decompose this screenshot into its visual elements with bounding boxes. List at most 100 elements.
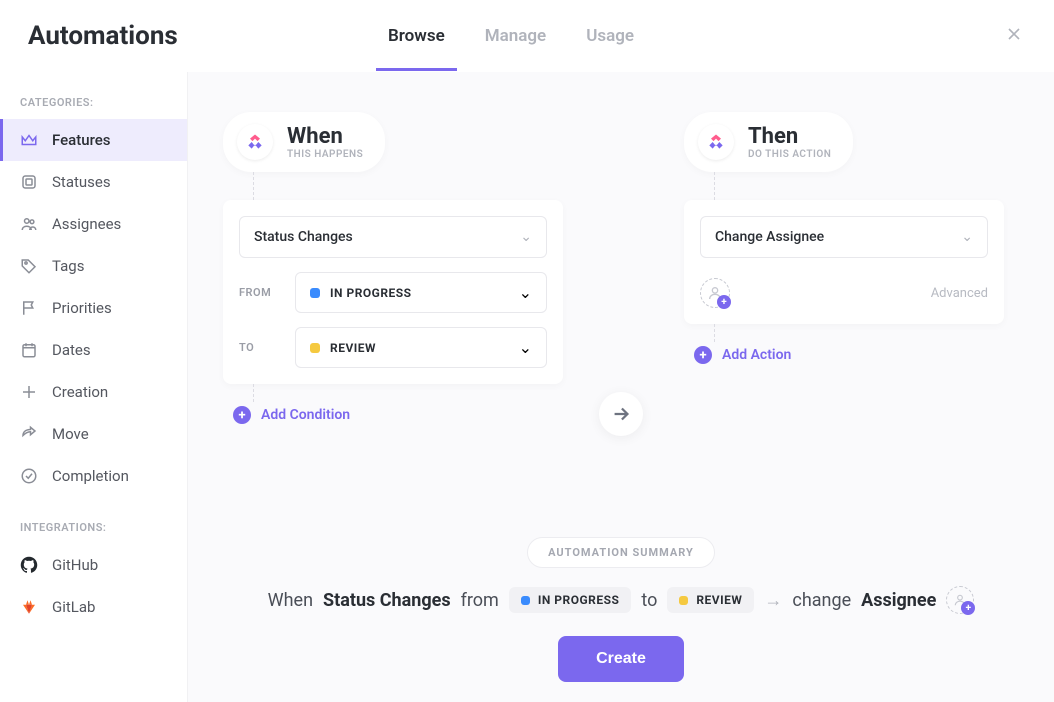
sidebar-item-label: Features [52,131,110,149]
flow-arrow [599,392,643,436]
sidebar-item-label: Dates [52,341,91,359]
square-icon [20,173,38,191]
when-header: When THIS HAPPENS [223,112,385,172]
from-status-select[interactable]: IN PROGRESS ⌄ [295,272,547,313]
summary-section: AUTOMATION SUMMARY When Status Changes f… [218,537,1024,682]
close-button[interactable] [1004,24,1024,48]
tab-usage[interactable]: Usage [586,1,634,71]
sidebar-item-creation[interactable]: Creation [0,371,187,413]
trigger-select[interactable]: Status Changes ⌄ [239,216,547,258]
status-dot-in-progress [521,596,530,605]
mini-plus-icon: + [717,295,731,309]
sidebar-item-github[interactable]: GitHub [0,544,187,586]
calendar-icon [20,341,38,359]
users-icon [20,215,38,233]
sidebar-item-label: Assignees [52,215,121,233]
sidebar-item-assignees[interactable]: Assignees [0,203,187,245]
add-action-button[interactable]: + Add Action [694,342,1004,368]
assignee-picker[interactable]: + [700,278,730,308]
summary-status-changes: Status Changes [323,590,451,611]
sidebar-section-categories: CATEGORIES: [0,92,187,119]
arrow-right-icon [610,403,632,425]
header: Automations Browse Manage Usage [0,0,1054,72]
sidebar-section-integrations: INTEGRATIONS: [0,517,187,544]
tag-icon [20,257,38,275]
add-action-label: Add Action [722,347,791,363]
summary-line: When Status Changes from IN PROGRESS to … [218,586,1024,614]
github-icon [20,556,38,574]
crown-icon [20,131,38,149]
page-title: Automations [28,21,178,51]
sidebar-item-completion[interactable]: Completion [0,455,187,497]
chevron-down-icon: ⌄ [519,283,532,302]
action-value: Change Assignee [715,229,824,245]
status-dot-review [310,343,320,353]
summary-assignee: Assignee [861,590,936,611]
tabs: Browse Manage Usage [388,1,634,71]
summary-chip-from: IN PROGRESS [509,587,632,613]
summary-assignee-picker[interactable]: + [946,586,974,614]
check-circle-icon [20,467,38,485]
add-condition-label: Add Condition [261,407,350,423]
when-column: When THIS HAPPENS Status Changes ⌄ FROM [223,112,563,428]
summary-change: change [792,590,851,611]
create-button[interactable]: Create [558,636,684,682]
clickup-logo-icon [237,124,273,160]
chevron-down-icon: ⌄ [520,229,532,245]
sidebar-item-label: Tags [52,257,84,275]
mini-plus-icon: + [961,601,975,615]
sidebar-item-features[interactable]: Features [0,119,187,161]
sidebar-item-label: Move [52,425,89,443]
sidebar-item-label: Completion [52,467,129,485]
then-title: Then [748,124,831,149]
sidebar-item-statuses[interactable]: Statuses [0,161,187,203]
add-condition-button[interactable]: + Add Condition [233,402,563,428]
chevron-down-icon: ⌄ [961,229,973,245]
flag-icon [20,299,38,317]
sidebar-item-move[interactable]: Move [0,413,187,455]
clickup-logo-icon [698,124,734,160]
status-dot-in-progress [310,288,320,298]
gitlab-icon [20,598,38,616]
plus-circle-icon: + [694,346,712,364]
tab-manage[interactable]: Manage [485,1,546,71]
sidebar-item-label: GitLab [52,598,95,616]
advanced-link[interactable]: Advanced [931,286,988,301]
when-title: When [287,124,363,149]
action-select[interactable]: Change Assignee ⌄ [700,216,988,258]
summary-to-value: REVIEW [696,593,742,607]
sidebar-item-label: Creation [52,383,108,401]
sidebar-item-priorities[interactable]: Priorities [0,287,187,329]
sidebar-item-label: Priorities [52,299,112,317]
sidebar-item-label: GitHub [52,556,98,574]
sidebar: CATEGORIES: Features Statuses Assignees … [0,72,188,702]
summary-from-value: IN PROGRESS [538,593,620,607]
then-column: Then DO THIS ACTION Change Assignee ⌄ + [684,112,1004,428]
trigger-value: Status Changes [254,229,353,245]
status-dot-review [679,596,688,605]
to-status-value: REVIEW [330,341,376,355]
tab-browse[interactable]: Browse [388,1,445,71]
to-status-select[interactable]: REVIEW ⌄ [295,327,547,368]
sidebar-item-gitlab[interactable]: GitLab [0,586,187,628]
summary-to: to [641,590,657,611]
share-icon [20,425,38,443]
close-icon [1004,24,1024,44]
sidebar-item-dates[interactable]: Dates [0,329,187,371]
summary-when: When [268,590,313,611]
from-status-value: IN PROGRESS [330,286,412,300]
content-area: When THIS HAPPENS Status Changes ⌄ FROM [188,72,1054,702]
sidebar-item-tags[interactable]: Tags [0,245,187,287]
when-subtitle: THIS HAPPENS [287,149,363,160]
then-card: Change Assignee ⌄ + Advanced [684,200,1004,324]
arrow-right-icon: → [764,590,782,611]
summary-from: from [461,590,499,611]
when-card: Status Changes ⌄ FROM IN PROGRESS ⌄ [223,200,563,384]
plus-circle-icon: + [233,406,251,424]
then-header: Then DO THIS ACTION [684,112,853,172]
summary-badge: AUTOMATION SUMMARY [527,537,715,568]
then-subtitle: DO THIS ACTION [748,149,831,160]
to-label: TO [239,341,279,354]
plus-icon [20,383,38,401]
chevron-down-icon: ⌄ [519,338,532,357]
